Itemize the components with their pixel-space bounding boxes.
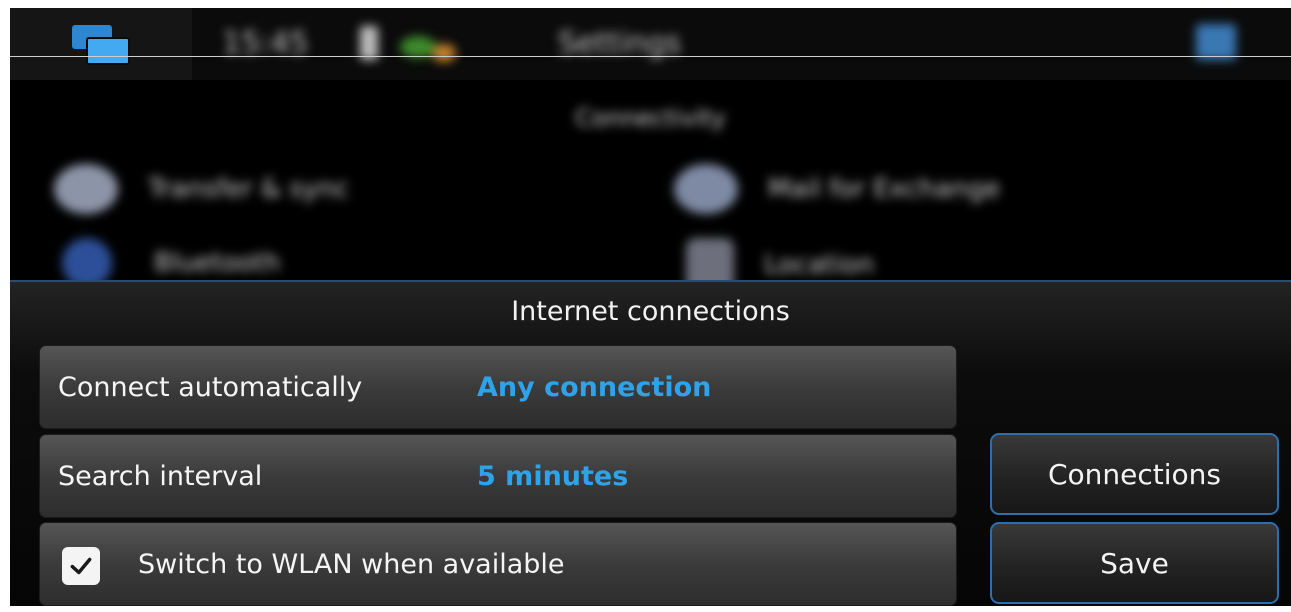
settings-item-label: Location	[764, 250, 874, 280]
device-screen: 15:45 Settings Connectivity Transfer & s…	[10, 8, 1291, 606]
settings-item-mail-for-exchange[interactable]: Mail for Exchange	[674, 164, 1000, 214]
status-indicators	[360, 24, 500, 64]
status-bar: 15:45 Settings	[10, 8, 1291, 80]
status-divider	[10, 56, 1291, 57]
save-button[interactable]: Save	[990, 522, 1279, 604]
dialog-title: Internet connections	[511, 296, 790, 327]
battery-icon	[360, 26, 378, 60]
mail-icon	[674, 164, 738, 214]
connect-automatically-value: Any connection	[477, 371, 712, 403]
checkmark-icon	[70, 557, 92, 575]
connections-button[interactable]: Connections	[990, 433, 1279, 515]
wlan-switch-row[interactable]: Switch to WLAN when available	[39, 522, 957, 606]
app-switcher-button[interactable]	[10, 8, 192, 80]
search-interval-value: 5 minutes	[477, 460, 629, 492]
settings-item-transfer-sync[interactable]: Transfer & sync	[54, 164, 349, 214]
wlan-switch-label: Switch to WLAN when available	[138, 548, 565, 580]
signal-icon	[432, 44, 456, 62]
close-icon[interactable]	[1196, 24, 1236, 60]
settings-item-label: Bluetooth	[154, 248, 281, 278]
search-interval-picker[interactable]: Search interval 5 minutes	[39, 434, 957, 518]
page-heading: Connectivity	[575, 104, 726, 132]
network-icon	[400, 36, 436, 58]
internet-connections-dialog: Internet connections Connect automatical…	[10, 280, 1291, 606]
connect-automatically-label: Connect automatically	[58, 371, 363, 403]
connect-automatically-picker[interactable]: Connect automatically Any connection	[39, 345, 957, 429]
settings-item-label: Mail for Exchange	[768, 174, 1001, 204]
wlan-switch-checkbox[interactable]	[62, 547, 100, 585]
settings-item-label: Transfer & sync	[148, 174, 350, 204]
search-interval-label: Search interval	[58, 460, 263, 492]
app-switcher-icon	[72, 25, 130, 65]
sync-icon	[54, 164, 118, 214]
